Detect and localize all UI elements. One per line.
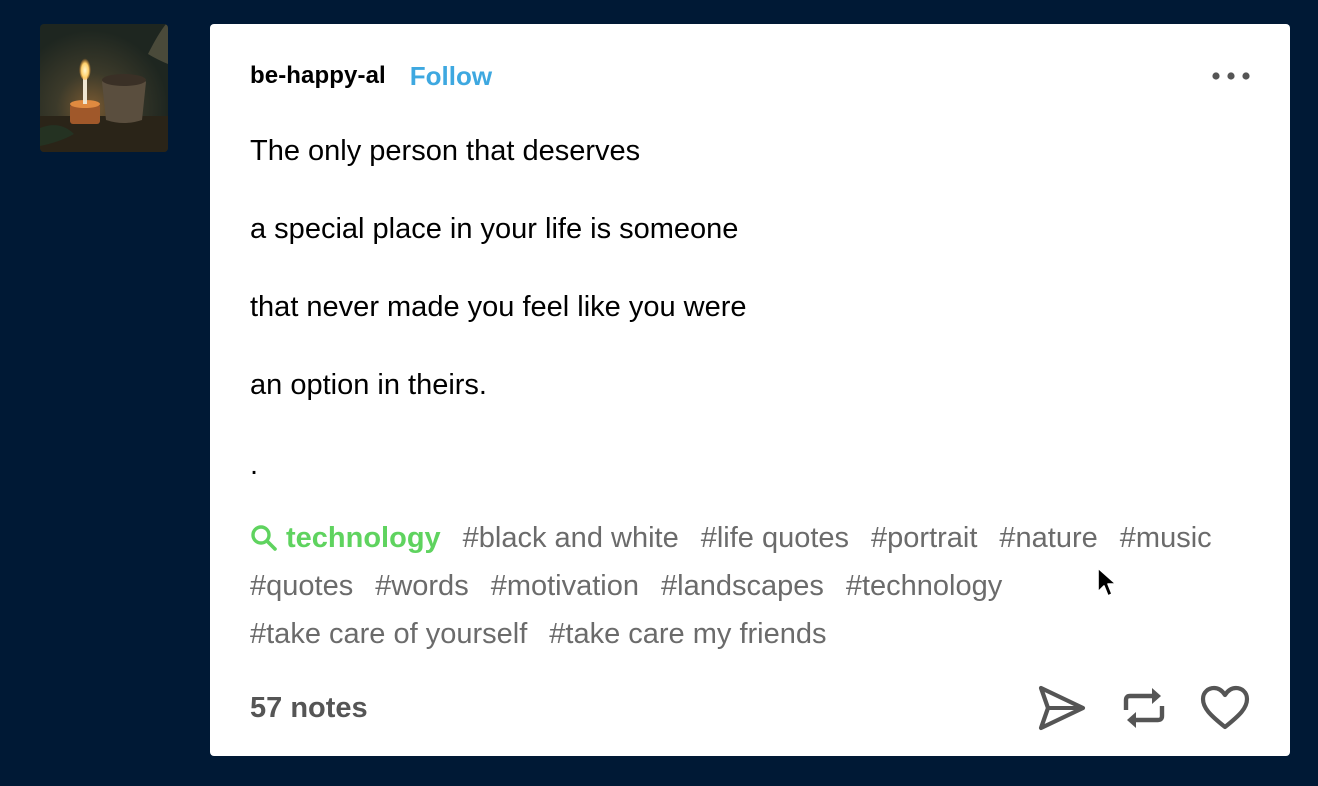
- reblog-icon[interactable]: [1120, 684, 1168, 732]
- search-icon: [251, 525, 277, 551]
- candle-photo: [40, 24, 168, 152]
- tag-link[interactable]: #nature: [999, 519, 1097, 557]
- post-footer: 57 notes: [250, 680, 1250, 736]
- tag-link[interactable]: #portrait: [871, 519, 977, 557]
- tag-link[interactable]: #take care my friends: [549, 615, 826, 653]
- tag-link[interactable]: #words: [375, 567, 469, 605]
- post-header: be-happy-al Follow: [250, 58, 1250, 94]
- more-options-icon[interactable]: [1210, 61, 1250, 91]
- post-text-line: an option in theirs.: [250, 369, 487, 401]
- blog-avatar[interactable]: [40, 24, 168, 152]
- tag-link[interactable]: #take care of yourself: [250, 615, 527, 653]
- tag-link[interactable]: #life quotes: [701, 519, 849, 557]
- heart-icon[interactable]: [1200, 685, 1250, 731]
- tag-link[interactable]: #music: [1120, 519, 1212, 557]
- follow-button[interactable]: Follow: [410, 61, 492, 92]
- post-tags: technology #black and white #life quotes…: [250, 519, 1250, 653]
- tag-link[interactable]: #technology: [846, 567, 1002, 605]
- tag-link[interactable]: #motivation: [491, 567, 639, 605]
- post-text-line: that never made you feel like you were: [250, 291, 747, 323]
- post-text-line: .: [250, 449, 259, 481]
- post-text-line: The only person that deserves: [250, 135, 641, 167]
- post-text-line: a special place in your life is someone: [250, 213, 739, 245]
- notes-count[interactable]: 57 notes: [250, 692, 368, 725]
- post-card: be-happy-al Follow The only person that …: [210, 24, 1290, 756]
- share-icon[interactable]: [1036, 684, 1088, 732]
- search-tag-label: technology: [286, 522, 441, 554]
- search-tag[interactable]: technology: [250, 519, 441, 557]
- post-body: The only person that deserves a special …: [250, 130, 1230, 522]
- post-actions: [1036, 684, 1250, 732]
- tag-link[interactable]: #quotes: [250, 567, 353, 605]
- tag-link[interactable]: #black and white: [463, 519, 679, 557]
- blog-name-link[interactable]: be-happy-al: [250, 62, 386, 90]
- tag-link[interactable]: #landscapes: [661, 567, 824, 605]
